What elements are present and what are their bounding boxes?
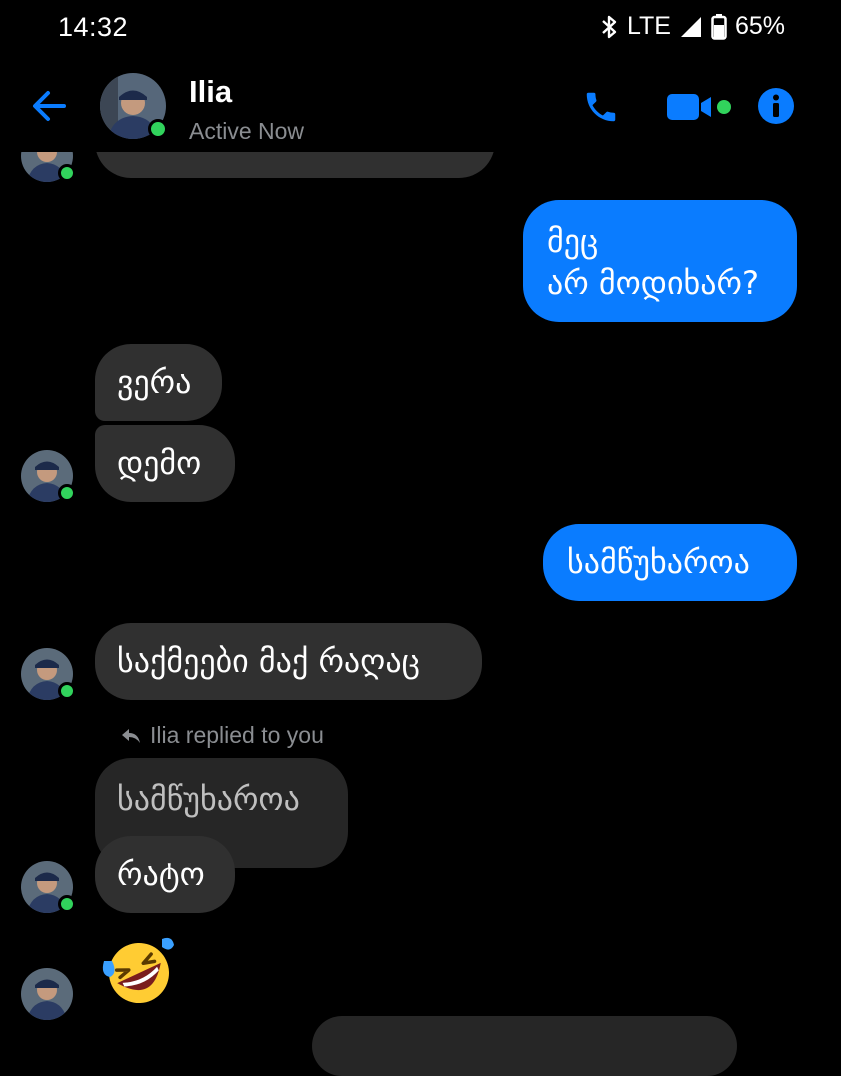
video-call-button[interactable] bbox=[667, 92, 733, 127]
message-text: რატო bbox=[117, 855, 205, 893]
reply-note-text: Ilia replied to you bbox=[150, 722, 324, 748]
avatar[interactable] bbox=[21, 648, 76, 700]
status-time: 14:32 bbox=[58, 12, 129, 42]
online-indicator bbox=[58, 682, 76, 700]
reply-indicator: Ilia replied to you bbox=[120, 722, 324, 749]
signal-icon bbox=[679, 15, 703, 39]
avatar[interactable] bbox=[21, 968, 73, 1020]
message-text: დემო bbox=[117, 444, 202, 482]
online-indicator bbox=[148, 119, 168, 139]
battery-icon bbox=[711, 13, 727, 40]
message-bubble-outgoing[interactable]: მეც არ მოდიხარ? bbox=[523, 200, 797, 322]
arrow-left-icon bbox=[33, 91, 66, 121]
phone-icon bbox=[586, 92, 616, 122]
info-button[interactable] bbox=[757, 87, 795, 130]
contact-status: Active Now bbox=[189, 118, 305, 144]
message-text: ვერა bbox=[117, 363, 192, 401]
network-label: LTE bbox=[626, 12, 671, 40]
call-button[interactable] bbox=[582, 88, 620, 131]
avatar-photo bbox=[21, 968, 73, 1020]
online-indicator bbox=[58, 484, 76, 502]
video-camera-icon bbox=[667, 94, 731, 120]
reply-arrow-icon bbox=[122, 728, 140, 743]
online-indicator bbox=[58, 164, 76, 182]
contact-avatar[interactable] bbox=[100, 73, 168, 139]
message-bubble-outgoing[interactable]: სამწუხაროა bbox=[543, 524, 797, 601]
status-bar: 14:32 LTE 65% bbox=[0, 0, 841, 58]
battery-percent: 65% bbox=[734, 12, 785, 40]
bluetooth-icon bbox=[599, 14, 619, 40]
quoted-text: სამწუხაროა bbox=[117, 780, 300, 818]
avatar[interactable] bbox=[21, 861, 76, 913]
rolling-on-floor-laughing-emoji[interactable] bbox=[98, 935, 180, 1005]
chat-header: Ilia Active Now bbox=[0, 60, 841, 152]
message-bubble-incoming[interactable]: დემო bbox=[95, 425, 235, 502]
message-text: არ მოდიხარ? bbox=[547, 264, 759, 302]
message-bubble-incoming[interactable]: ვერა bbox=[95, 344, 222, 421]
info-icon bbox=[758, 88, 794, 124]
message-text: მეც bbox=[547, 222, 599, 260]
back-button[interactable] bbox=[30, 87, 68, 130]
message-bubble-incoming[interactable]: საქმეები მაქ რაღაც bbox=[95, 623, 482, 700]
message-bubble[interactable] bbox=[312, 1016, 737, 1076]
contact-name[interactable]: Ilia bbox=[189, 74, 232, 110]
status-icons: LTE 65% bbox=[599, 12, 785, 41]
message-text: სამწუხაროა bbox=[567, 543, 750, 581]
message-bubble-incoming[interactable]: რატო bbox=[95, 836, 235, 913]
online-indicator bbox=[58, 895, 76, 913]
avatar[interactable] bbox=[21, 450, 76, 502]
message-text: საქმეები მაქ რაღაც bbox=[117, 642, 420, 680]
